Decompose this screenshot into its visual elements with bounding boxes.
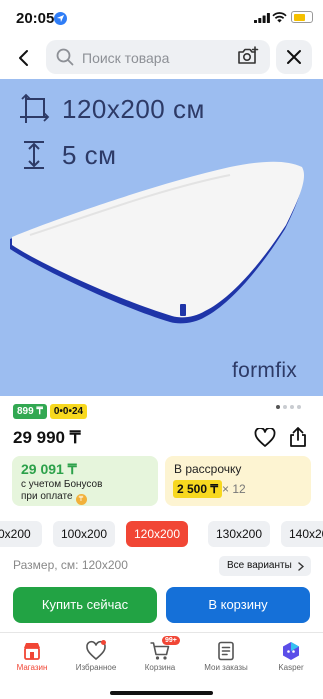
chevron-left-icon	[19, 50, 28, 66]
all-variants-button[interactable]: Все варианты	[219, 556, 311, 576]
nav-label: Мои заказы	[204, 663, 248, 672]
dimensions-text: 120х200 см	[62, 93, 205, 124]
promo-badges: 899 ₸ 0•0•24	[13, 404, 88, 419]
camera-search-icon[interactable]	[237, 46, 259, 66]
nav-item-shop[interactable]: Магазин	[0, 633, 64, 677]
search-icon	[56, 48, 74, 66]
bottom-navigation: Магазин Избранное 99+ Корзина Мои заказы	[0, 632, 323, 699]
size-chip[interactable]: 80х200	[0, 521, 42, 547]
installment-times: × 12	[222, 482, 246, 496]
nav-label: Магазин	[16, 663, 48, 672]
buy-now-button[interactable]: Купить сейчас	[13, 587, 157, 623]
kasper-icon	[283, 642, 299, 660]
location-arrow-icon	[54, 12, 67, 25]
nav-label: Корзина	[144, 663, 176, 672]
size-chip-selected[interactable]: 120х200	[126, 521, 188, 547]
image-pager	[276, 405, 301, 409]
installment-card[interactable]: В рассрочку 2 500 ₸ × 12	[165, 456, 311, 506]
plan-badge: 0•0•24	[49, 404, 88, 419]
signal-icon	[254, 13, 270, 23]
nav-item-cart[interactable]: 99+ Корзина	[128, 633, 192, 677]
installment-amount: 2 500 ₸	[173, 480, 222, 498]
size-chip[interactable]: 130х200	[208, 521, 270, 547]
installment-label: В рассрочку	[174, 462, 242, 476]
bonus-coin-icon: ₸	[75, 494, 87, 505]
search-input[interactable]: Поиск товара	[46, 40, 270, 74]
dimensions-row: 120х200 см	[18, 93, 205, 125]
bonus-note-line1: с учетом Бонусов	[21, 479, 103, 490]
shop-icon	[24, 643, 40, 660]
bonus-note-line2: при оплате	[21, 491, 73, 502]
product-price: 29 990 ₸	[13, 428, 81, 447]
share-icon[interactable]	[287, 426, 309, 448]
product-image[interactable]: 120х200 см 5 см formfix	[0, 79, 323, 396]
dimensions-icon	[20, 93, 50, 123]
pager-dot	[283, 405, 287, 409]
all-variants-label: Все варианты	[227, 560, 292, 571]
close-button[interactable]	[276, 40, 312, 74]
home-indicator	[110, 691, 213, 695]
status-bar: 20:05	[0, 0, 323, 36]
bonus-price-card[interactable]: 29 091 ₸ с учетом Бонусов при оплате ₸	[12, 456, 158, 506]
wifi-icon	[272, 12, 287, 23]
pager-dot	[290, 405, 294, 409]
search-header: Поиск товара	[0, 38, 323, 78]
brand-logo: formfix	[232, 359, 298, 382]
nav-item-orders[interactable]: Мои заказы	[194, 633, 258, 677]
battery-icon	[291, 11, 313, 23]
bonus-note: с учетом Бонусов при оплате ₸	[21, 479, 102, 505]
nav-item-kasper[interactable]: Kasper	[259, 633, 323, 677]
search-placeholder: Поиск товара	[82, 50, 170, 66]
height-row: 5 см	[18, 139, 117, 171]
cart-count-badge: 99+	[162, 636, 180, 645]
status-time: 20:05	[16, 10, 55, 27]
size-chip[interactable]: 100х200	[53, 521, 115, 547]
height-arrow-icon	[24, 141, 44, 169]
selected-size-label: Размер, см: 120х200	[13, 558, 128, 572]
nav-label: Избранное	[75, 663, 117, 672]
size-chips: 80х200 100х200 120х200 130х200 140х200	[0, 521, 323, 547]
nav-label: Kasper	[278, 663, 304, 672]
bonus-price: 29 091 ₸	[21, 461, 77, 477]
installment-badge: 899 ₸	[13, 404, 47, 419]
height-text: 5 см	[62, 139, 117, 170]
pager-dot	[276, 405, 280, 409]
chevron-right-icon	[298, 562, 304, 571]
orders-icon	[218, 641, 234, 661]
favorites-dot-icon	[101, 640, 106, 645]
favorite-heart-icon[interactable]	[254, 428, 276, 448]
nav-item-favorites[interactable]: Избранное	[64, 633, 128, 677]
add-to-cart-button[interactable]: В корзину	[166, 587, 310, 623]
back-button[interactable]	[10, 44, 38, 72]
pager-dot	[297, 405, 301, 409]
close-icon	[287, 50, 301, 64]
mattress-illustration	[10, 161, 305, 324]
size-chip[interactable]: 140х200	[281, 521, 323, 547]
